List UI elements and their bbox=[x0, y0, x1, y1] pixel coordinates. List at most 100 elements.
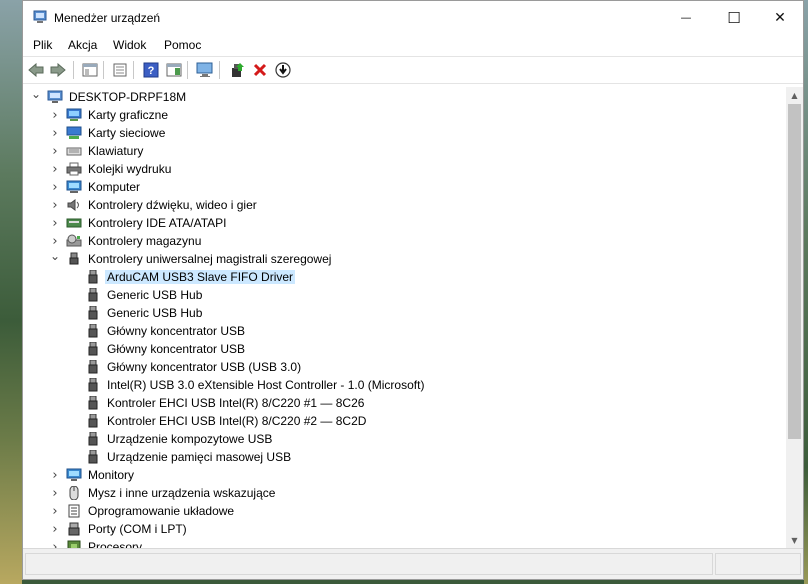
expand-chevron-icon[interactable]: › bbox=[50, 108, 60, 123]
tree-usb-device[interactable]: Główny koncentrator USB bbox=[23, 322, 785, 340]
tree-usb-device[interactable]: Intel(R) USB 3.0 eXtensible Host Control… bbox=[23, 376, 785, 394]
close-button[interactable]: ✕ bbox=[757, 1, 803, 34]
back-icon[interactable] bbox=[27, 61, 45, 79]
tree-item-label: Główny koncentrator USB bbox=[107, 342, 246, 356]
tree-usb-device[interactable]: Główny koncentrator USB bbox=[23, 340, 785, 358]
tree-usb-device[interactable]: Generic USB Hub bbox=[23, 286, 785, 304]
expand-chevron-icon[interactable]: › bbox=[50, 522, 60, 537]
port-icon bbox=[66, 522, 82, 536]
scrollbar-thumb[interactable] bbox=[788, 104, 801, 439]
tree-category[interactable]: › Kontrolery IDE ATA/ATAPI bbox=[23, 214, 785, 232]
tree-category[interactable]: › Kontrolery magazynu bbox=[23, 232, 785, 250]
disable-icon[interactable] bbox=[274, 61, 292, 79]
minimize-button[interactable]: — bbox=[663, 1, 709, 34]
uninstall-icon[interactable] bbox=[251, 61, 269, 79]
collapse-chevron-icon[interactable]: ⌄ bbox=[50, 249, 60, 263]
tree-usb-device[interactable]: Kontroler EHCI USB Intel(R) 8/C220 #2 — … bbox=[23, 412, 785, 430]
tree-category[interactable]: › Komputer bbox=[23, 178, 785, 196]
tree-usb-device[interactable]: ArduCAM USB3 Slave FIFO Driver bbox=[23, 268, 785, 286]
tree-item-label: Oprogramowanie układowe bbox=[88, 504, 235, 518]
forward-icon[interactable] bbox=[49, 61, 67, 79]
tree-category[interactable]: › Kontrolery dźwięku, wideo i gier bbox=[23, 196, 785, 214]
tree-category[interactable]: › Karty sieciowe bbox=[23, 124, 785, 142]
tree-category[interactable]: › Karty graficzne bbox=[23, 106, 785, 124]
scroll-up-arrow-icon[interactable]: ▲ bbox=[786, 87, 803, 104]
title-bar: Menedżer urządzeń — ☐ ✕ bbox=[23, 1, 803, 34]
desktop-background-right bbox=[804, 0, 808, 584]
tree-usb-device[interactable]: Urządzenie kompozytowe USB bbox=[23, 430, 785, 448]
menu-pomoc[interactable]: Pomoc bbox=[164, 38, 201, 52]
tree-item-label: Kontrolery dźwięku, wideo i gier bbox=[88, 198, 257, 212]
vertical-scrollbar[interactable]: ▲ ▼ bbox=[786, 87, 803, 549]
scroll-down-arrow-icon[interactable]: ▼ bbox=[786, 532, 803, 549]
tree-usb-device[interactable]: Główny koncentrator USB (USB 3.0) bbox=[23, 358, 785, 376]
expand-chevron-icon[interactable]: › bbox=[50, 234, 60, 249]
tree-usb-device[interactable]: Kontroler EHCI USB Intel(R) 8/C220 #1 — … bbox=[23, 394, 785, 412]
toolbar-separator bbox=[73, 61, 74, 79]
mouse-icon bbox=[66, 485, 82, 501]
device-manager-app-icon bbox=[33, 10, 47, 23]
toolbar-separator bbox=[187, 61, 188, 79]
tree-item-label: Intel(R) USB 3.0 eXtensible Host Control… bbox=[107, 378, 425, 392]
properties-icon[interactable] bbox=[111, 61, 129, 79]
tree-item-label: Porty (COM i LPT) bbox=[88, 522, 187, 536]
tree-root-computer[interactable]: ⌄ DESKTOP-DRPF18M bbox=[23, 87, 785, 106]
usb-device-icon bbox=[85, 395, 101, 410]
tree-category[interactable]: › Klawiatury bbox=[23, 142, 785, 160]
ide-icon bbox=[66, 216, 82, 230]
tree-item-label: DESKTOP-DRPF18M bbox=[69, 90, 187, 104]
menu-widok[interactable]: Widok bbox=[113, 38, 146, 52]
tree-item-label: Generic USB Hub bbox=[107, 306, 203, 320]
sound-icon bbox=[66, 198, 82, 212]
tree-category[interactable]: › Monitory bbox=[23, 466, 785, 484]
toolbar-separator bbox=[219, 61, 220, 79]
tree-category[interactable]: › Oprogramowanie układowe bbox=[23, 502, 785, 520]
tree-category-usb[interactable]: ⌄ Kontrolery uniwersalnej magistrali szer… bbox=[23, 249, 785, 268]
device-manager-window: Menedżer urządzeń — ☐ ✕ Plik Akcja Widok… bbox=[22, 0, 804, 580]
collapse-chevron-icon[interactable]: ⌄ bbox=[31, 87, 41, 101]
svg-text:?: ? bbox=[148, 65, 155, 77]
tree-item-label: Główny koncentrator USB bbox=[107, 324, 246, 338]
device-tree[interactable]: ⌄ DESKTOP-DRPF18M › Karty graficzne › Karty s… bbox=[23, 87, 785, 549]
tree-item-label: Kontroler EHCI USB Intel(R) 8/C220 #2 — … bbox=[107, 414, 367, 428]
display-adapter-icon bbox=[66, 108, 82, 122]
usb-device-icon bbox=[85, 359, 101, 374]
help-icon[interactable]: ? bbox=[142, 61, 160, 79]
expand-chevron-icon[interactable]: › bbox=[50, 504, 60, 519]
status-cell-main bbox=[25, 553, 713, 575]
desktop-background-left bbox=[0, 0, 22, 584]
tree-item-label: Kontrolery IDE ATA/ATAPI bbox=[88, 216, 227, 230]
tree-category[interactable]: › Porty (COM i LPT) bbox=[23, 520, 785, 538]
expand-chevron-icon[interactable]: › bbox=[50, 468, 60, 483]
tree-usb-device[interactable]: Urządzenie pamięci masowej USB bbox=[23, 448, 785, 466]
expand-chevron-icon[interactable]: › bbox=[50, 144, 60, 159]
window-title: Menedżer urządzeń bbox=[54, 11, 161, 25]
printer-icon bbox=[66, 162, 82, 176]
tree-item-label: Komputer bbox=[88, 180, 141, 194]
expand-chevron-icon[interactable]: › bbox=[50, 216, 60, 231]
firmware-icon bbox=[66, 504, 82, 518]
usb-device-icon bbox=[85, 269, 101, 284]
toolbar-separator bbox=[133, 61, 134, 79]
menu-plik[interactable]: Plik bbox=[33, 38, 52, 52]
tree-item-label: Klawiatury bbox=[88, 144, 144, 158]
expand-chevron-icon[interactable]: › bbox=[50, 180, 60, 195]
expand-chevron-icon[interactable]: › bbox=[50, 198, 60, 213]
tree-category[interactable]: › Kolejki wydruku bbox=[23, 160, 785, 178]
tree-usb-device[interactable]: Generic USB Hub bbox=[23, 304, 785, 322]
tree-category[interactable]: › Mysz i inne urządzenia wskazujące bbox=[23, 484, 785, 502]
action-pane-icon[interactable] bbox=[165, 61, 183, 79]
usb-device-icon bbox=[85, 413, 101, 428]
tree-item-label: Mysz i inne urządzenia wskazujące bbox=[88, 486, 276, 500]
expand-chevron-icon[interactable]: › bbox=[50, 126, 60, 141]
expand-chevron-icon[interactable]: › bbox=[50, 486, 60, 501]
menu-akcja[interactable]: Akcja bbox=[68, 38, 97, 52]
usb-device-icon bbox=[85, 431, 101, 446]
scan-hardware-icon[interactable] bbox=[196, 61, 214, 79]
tree-item-label: Kontrolery magazynu bbox=[88, 234, 202, 248]
expand-chevron-icon[interactable]: › bbox=[50, 162, 60, 177]
console-tree-icon[interactable] bbox=[81, 61, 99, 79]
update-driver-icon[interactable] bbox=[228, 61, 246, 79]
tree-item-label: Kontroler EHCI USB Intel(R) 8/C220 #1 — … bbox=[107, 396, 365, 410]
maximize-button[interactable]: ☐ bbox=[711, 1, 757, 34]
